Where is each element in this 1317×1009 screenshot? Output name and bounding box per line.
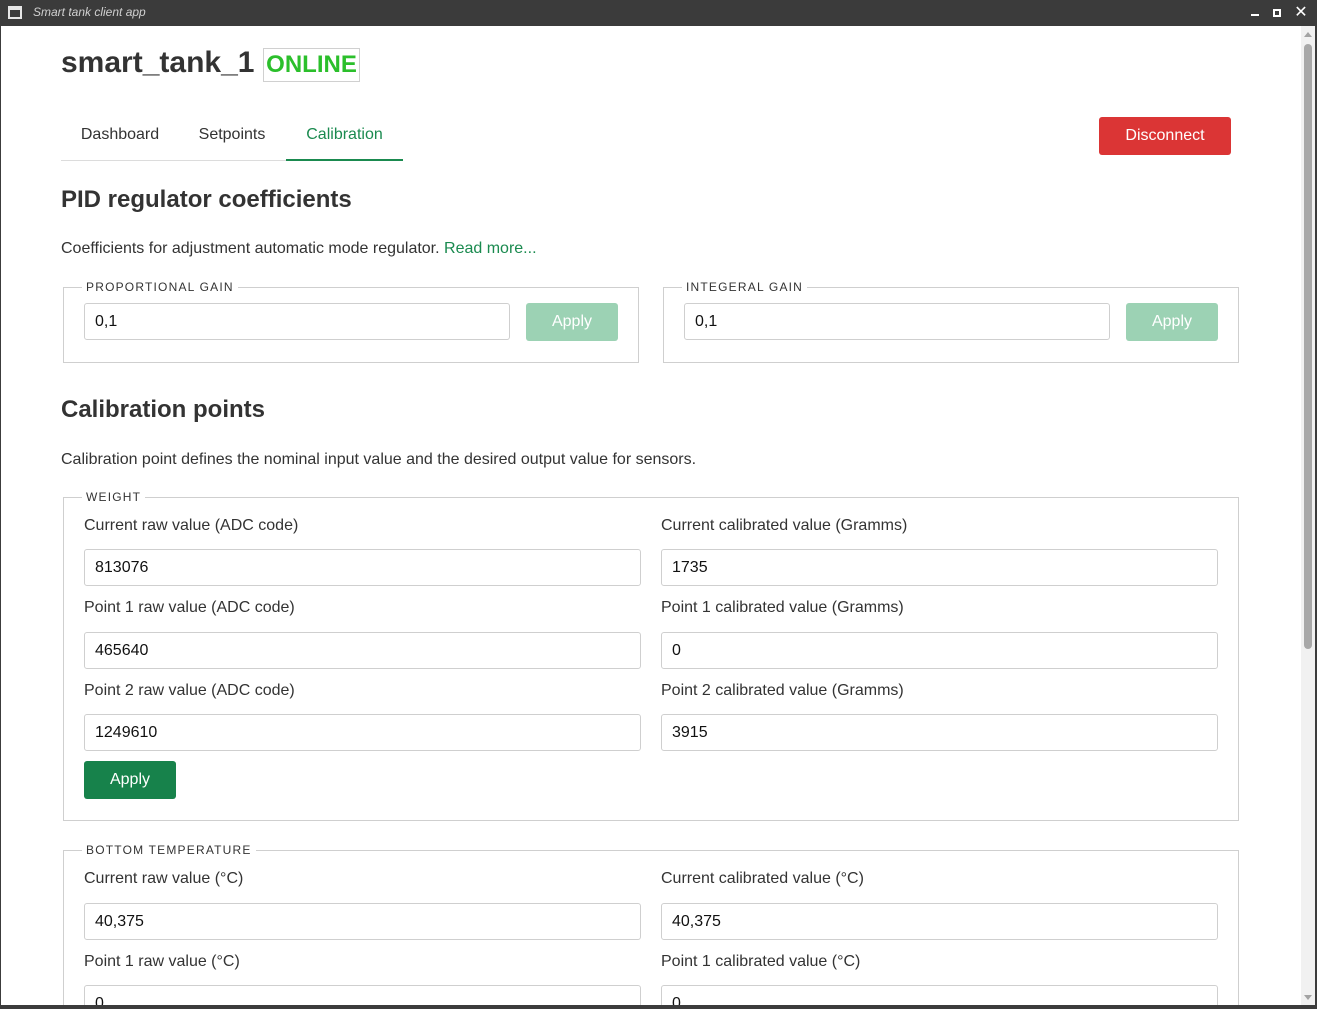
app-window-icon [8,6,22,19]
bottom-temperature-legend: BOTTOM TEMPERATURE [86,843,252,857]
temp-p1-cal-label: Point 1 calibrated value (°C) [661,953,861,970]
tab-dashboard[interactable]: Dashboard [61,118,179,161]
weight-legend: WEIGHT [86,490,142,504]
read-more-link[interactable]: Read more... [444,240,536,257]
temp-p1-raw-input[interactable]: 0 [84,985,641,1005]
weight-p1-cal-label: Point 1 calibrated value (Gramms) [661,599,904,616]
integral-apply-button[interactable]: Apply [1126,303,1218,341]
window-titlebar: Smart tank client app ✕ [0,0,1317,26]
weight-current-raw-label: Current raw value (ADC code) [84,517,299,534]
temp-current-cal-input[interactable]: 40,375 [661,903,1218,940]
close-icon[interactable]: ✕ [1291,3,1311,23]
disconnect-button[interactable]: Disconnect [1099,117,1231,155]
proportional-gain-input[interactable]: 0,1 [84,303,510,340]
temp-current-cal-label: Current calibrated value (°C) [661,870,864,887]
temp-current-raw-label: Current raw value (°C) [84,870,244,887]
calibration-heading: Calibration points [61,396,265,423]
integral-gain-input[interactable]: 0,1 [684,303,1110,340]
scroll-up-icon[interactable] [1304,32,1312,37]
integral-gain-legend: INTEGERAL GAIN [686,280,804,294]
proportional-apply-button[interactable]: Apply [526,303,618,341]
vertical-scrollbar[interactable] [1301,26,1315,1005]
tab-bar: Dashboard Setpoints Calibration [61,118,403,161]
status-badge: ONLINE [263,48,360,82]
temp-p1-cal-input[interactable]: 0 [661,985,1218,1005]
weight-p2-raw-input[interactable]: 1249610 [84,714,641,751]
tab-setpoints[interactable]: Setpoints [179,118,285,161]
window-title: Smart tank client app [33,5,146,19]
minimize-icon[interactable] [1245,3,1265,23]
device-name: smart_tank_1 [61,46,255,79]
pid-description-text: Coefficients for adjustment automatic mo… [61,240,440,257]
scroll-thumb[interactable] [1304,44,1312,649]
weight-p2-cal-label: Point 2 calibrated value (Gramms) [661,682,904,699]
weight-current-raw-input[interactable]: 813076 [84,549,641,586]
proportional-gain-legend: PROPORTIONAL GAIN [86,280,234,294]
weight-p2-raw-label: Point 2 raw value (ADC code) [84,682,295,699]
tab-calibration[interactable]: Calibration [286,118,403,161]
weight-p1-raw-input[interactable]: 465640 [84,632,641,669]
temp-current-raw-input[interactable]: 40,375 [84,903,641,940]
temp-p1-raw-label: Point 1 raw value (°C) [84,953,240,970]
pid-description: Coefficients for adjustment automatic mo… [61,240,537,258]
weight-p2-cal-input[interactable]: 3915 [661,714,1218,751]
weight-current-cal-label: Current calibrated value (Gramms) [661,517,908,534]
pid-heading: PID regulator coefficients [61,186,352,213]
weight-apply-button[interactable]: Apply [84,761,176,799]
calibration-description: Calibration point defines the nominal in… [61,451,697,468]
app-content: smart_tank_1 ONLINE Dashboard Setpoints … [1,26,1315,1005]
weight-p1-raw-label: Point 1 raw value (ADC code) [84,599,295,616]
maximize-icon[interactable] [1267,3,1287,23]
weight-p1-cal-input[interactable]: 0 [661,632,1218,669]
scroll-down-icon[interactable] [1304,995,1312,1000]
weight-current-cal-input[interactable]: 1735 [661,549,1218,586]
